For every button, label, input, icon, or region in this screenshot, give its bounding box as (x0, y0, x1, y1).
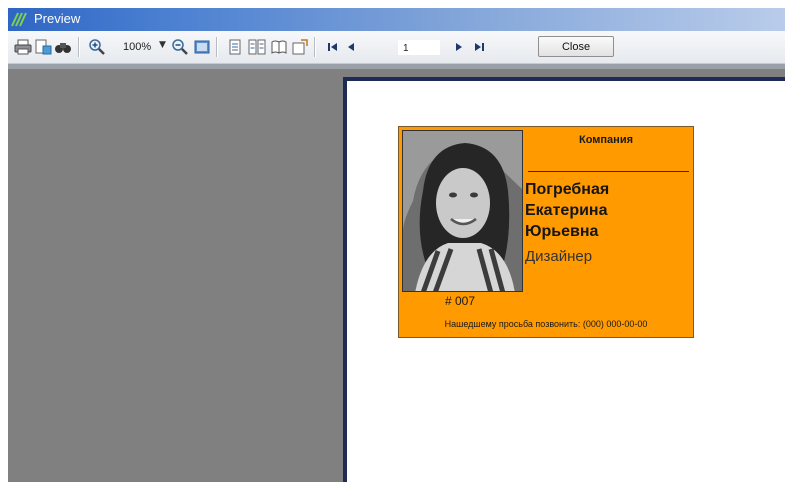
toolbar-separator (216, 37, 218, 57)
app-icon (11, 12, 27, 27)
book-icon[interactable] (270, 38, 288, 56)
multiple-pages-icon[interactable] (248, 38, 266, 56)
find-icon[interactable] (54, 38, 72, 56)
company-name: Компания (578, 134, 633, 146)
employee-photo (402, 130, 523, 292)
single-page-icon[interactable] (226, 38, 244, 56)
toolbar-separator (78, 37, 80, 57)
employee-patronymic: Юрьевна (525, 223, 599, 240)
page-setup-icon[interactable] (34, 38, 52, 56)
previous-page-icon[interactable] (342, 38, 360, 56)
next-page-icon[interactable] (450, 38, 468, 56)
print-icon[interactable] (14, 38, 32, 56)
page-number-input[interactable]: 1 (398, 40, 440, 55)
toolbar-separator (314, 37, 316, 57)
last-page-icon[interactable] (470, 38, 488, 56)
export-icon[interactable] (291, 38, 309, 56)
employee-surname: Погребная (525, 181, 610, 198)
chevron-down-icon[interactable]: ▼ (159, 40, 166, 50)
first-page-icon[interactable] (324, 38, 342, 56)
badge-number: # 007 (445, 294, 476, 308)
window-titlebar: Preview (8, 8, 785, 31)
preview-toolbar: 100% ▼ 1 Close (8, 31, 785, 64)
zoom-in-icon[interactable] (88, 38, 106, 56)
finder-note: Нашедшему просьба позвонить: (000) 000-0… (444, 319, 648, 329)
preview-viewport[interactable]: Компания Погребная Екатерина Юрьевна Диз… (8, 69, 785, 482)
window-title: Preview (34, 11, 81, 26)
divider (528, 171, 689, 172)
employee-name: Погребная Екатерина Юрьевна (525, 179, 609, 242)
preview-page: Компания Погребная Екатерина Юрьевна Диз… (347, 81, 785, 482)
zoom-out-icon[interactable] (171, 38, 189, 56)
portrait-image (403, 131, 522, 291)
close-button[interactable]: Close (538, 36, 614, 57)
whole-page-icon[interactable] (193, 38, 211, 56)
zoom-combo[interactable]: 100% (123, 41, 151, 53)
employee-first-name: Екатерина (525, 202, 608, 219)
id-badge: Компания Погребная Екатерина Юрьевна Диз… (398, 126, 694, 338)
employee-role: Дизайнер (525, 248, 593, 265)
